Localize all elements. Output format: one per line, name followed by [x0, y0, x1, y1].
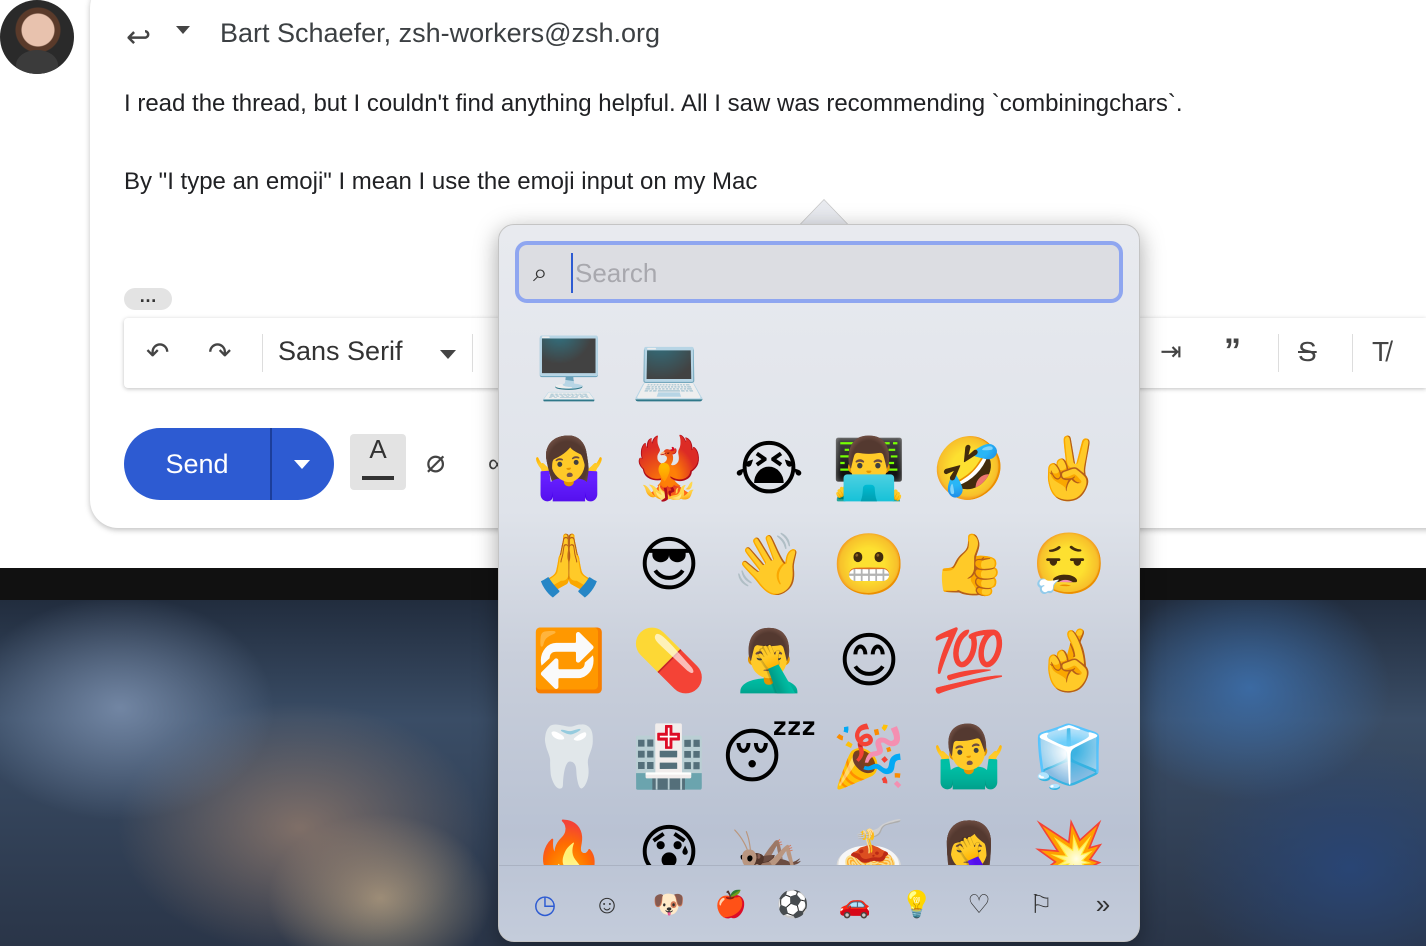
emoji-item[interactable]: 😰 [619, 805, 719, 865]
emoji-item[interactable]: 🖥️ [519, 321, 619, 417]
activity-icon[interactable]: ⚽ [775, 886, 811, 922]
emoji-item[interactable]: 🤞 [1019, 613, 1119, 709]
toolbar-divider [1278, 334, 1279, 372]
emoji-item[interactable]: ✌️ [1019, 421, 1119, 517]
emoji-item[interactable]: 😴 [719, 709, 819, 805]
emoji-item[interactable]: 👋 [719, 517, 819, 613]
recipients[interactable]: Bart Schaefer, zsh-workers@zsh.org [220, 18, 660, 49]
emoji-item[interactable]: 🙏 [519, 517, 619, 613]
animal-icon[interactable]: 🐶 [651, 886, 687, 922]
emoji-item[interactable]: 🎉 [819, 709, 919, 805]
chevron-down-icon[interactable] [440, 350, 456, 359]
travel-icon[interactable]: 🚗 [837, 886, 873, 922]
emoji-item[interactable]: 👨‍💻 [819, 421, 919, 517]
symbols-icon[interactable]: ♡ [961, 886, 997, 922]
emoji-picker: ⌕ 🖥️💻🤷‍♀️🐦‍🔥😭👨‍💻🤣✌️ 🙏😎👋😬👍😮‍💨 🔁💊🤦‍♂️😊💯🤞 🦷🏥😴🎉… [498, 224, 1140, 942]
attach-icon[interactable]: ⌀ [426, 442, 445, 480]
formatting-options-button[interactable]: A [350, 434, 406, 490]
message-body-line[interactable]: I read the thread, but I couldn't find a… [124, 90, 1182, 118]
more-icon[interactable]: » [1085, 886, 1121, 922]
message-body-line[interactable]: By "I type an emoji" I mean I use the em… [124, 168, 757, 196]
emoji-item[interactable]: 🦷 [519, 709, 619, 805]
reply-all-icon[interactable]: ↩ [126, 20, 151, 55]
emoji-category-bar: ◷ ☺ 🐶 🍎 ⚽ 🚗 💡 ♡ ⚐ » [499, 865, 1139, 941]
emoji-item[interactable]: 🤦‍♀️ [919, 805, 1019, 865]
smiley-icon[interactable]: ☺ [589, 886, 625, 922]
search-icon: ⌕ [533, 257, 548, 287]
emoji-item[interactable]: 🔥 [519, 805, 619, 865]
picker-pointer [800, 200, 848, 225]
food-icon[interactable]: 🍎 [713, 886, 749, 922]
undo-icon[interactable]: ↶ [146, 336, 169, 369]
indent-more-icon[interactable]: ⇥ [1160, 336, 1182, 367]
emoji-item[interactable]: 🤷‍♀️ [519, 421, 619, 517]
emoji-search-input[interactable] [571, 253, 1097, 293]
toolbar-divider [472, 334, 473, 372]
emoji-item[interactable]: 🤦‍♂️ [719, 613, 819, 709]
avatar [0, 0, 74, 74]
emoji-item[interactable]: 😭 [719, 421, 819, 517]
emoji-item[interactable]: 🤷‍♂️ [919, 709, 1019, 805]
remove-formatting-icon[interactable]: T̸ [1372, 336, 1389, 368]
emoji-item[interactable]: 😎 [619, 517, 719, 613]
emoji-grid: 🖥️ 💻 🤷‍♀️ 🐦‍🔥 😭 👨‍💻 🤣 ✌️ 🙏 😎 👋 😬 👍 😮‍💨 🔁 💊 🤦‍♂️ 😊 💯 🤞 🦷 🏥 😴 🎉 🤷‍… [499, 321, 1139, 865]
clock-icon[interactable]: ◷ [527, 886, 563, 922]
emoji-item[interactable]: 🐦‍🔥 [619, 421, 719, 517]
show-trimmed-content-button[interactable]: … [124, 287, 172, 310]
emoji-search-box[interactable]: ⌕ [515, 241, 1123, 303]
quote-icon[interactable]: ” [1224, 332, 1241, 371]
font-family-select[interactable]: Sans Serif [278, 336, 403, 367]
emoji-item[interactable]: 😮‍💨 [1019, 517, 1119, 613]
emoji-item[interactable]: 💥 [1019, 805, 1119, 865]
emoji-item[interactable]: 😬 [819, 517, 919, 613]
strikethrough-icon[interactable]: S [1298, 336, 1317, 368]
reply-options-caret[interactable] [176, 26, 190, 34]
emoji-item[interactable]: 🏥 [619, 709, 719, 805]
emoji-item[interactable]: 🧊 [1019, 709, 1119, 805]
emoji-item[interactable]: 💻 [619, 321, 719, 417]
objects-icon[interactable]: 💡 [899, 886, 935, 922]
emoji-item[interactable]: 😊 [819, 613, 919, 709]
emoji-item[interactable]: 💊 [619, 613, 719, 709]
emoji-item[interactable]: 🍝 [819, 805, 919, 865]
toolbar-divider [1352, 334, 1353, 372]
emoji-item[interactable]: 🦗 [719, 805, 819, 865]
send-button[interactable]: Send [124, 428, 270, 500]
emoji-item[interactable]: 👍 [919, 517, 1019, 613]
emoji-item[interactable]: 🔁 [519, 613, 619, 709]
emoji-item[interactable]: 🤣 [919, 421, 1019, 517]
redo-icon[interactable]: ↷ [208, 336, 231, 369]
flags-icon[interactable]: ⚐ [1023, 886, 1059, 922]
toolbar-divider [262, 334, 263, 372]
emoji-item[interactable]: 💯 [919, 613, 1019, 709]
